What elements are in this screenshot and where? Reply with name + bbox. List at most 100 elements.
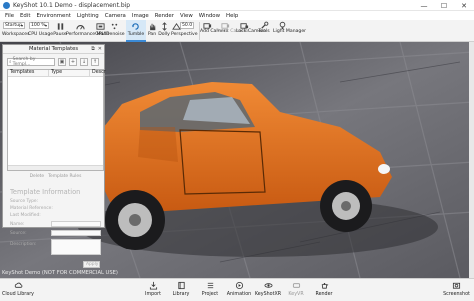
close-button[interactable]: ✕ — [454, 0, 474, 11]
export-icon[interactable]: ↑ — [91, 58, 99, 66]
perspective-label: Perspective — [171, 32, 198, 37]
panel-title-bar: Material Templates ⧉ ✕ — [3, 45, 104, 54]
keyshot-logo-icon — [3, 1, 10, 9]
keyvr-label: KeyVR — [288, 292, 304, 297]
animation-button[interactable]: Animation — [224, 281, 254, 297]
project-button[interactable]: Project — [195, 281, 225, 297]
source-label: Source: — [10, 231, 27, 236]
screenshot-button[interactable]: Screenshot — [440, 281, 473, 297]
menu-view[interactable]: View — [177, 13, 196, 19]
animation-label: Animation — [226, 292, 252, 297]
main-toolbar: Startup 100 % Workspaces CPU Usage Pause… — [0, 20, 474, 42]
source-field[interactable] — [51, 230, 101, 236]
light-manager-label: Light Manager — [273, 29, 307, 34]
cpu-usage-label: CPU Usage — [28, 32, 54, 37]
import-label: Import — [145, 292, 161, 297]
performance-mode-icon[interactable] — [76, 22, 85, 31]
menu-file[interactable]: File — [2, 13, 17, 19]
library-label: Library — [172, 292, 190, 297]
table-scrollbar[interactable] — [8, 165, 103, 170]
dolly-icon[interactable] — [160, 22, 169, 31]
add-camera-label: Add Camera — [200, 29, 229, 34]
minimize-button[interactable]: — — [414, 0, 434, 11]
cpu-usage-select[interactable]: 100 % — [29, 22, 49, 29]
panel-title: Material Templates — [28, 46, 79, 52]
list-icon — [207, 282, 213, 289]
import-button[interactable]: Import — [138, 281, 168, 297]
menu-bar: File Edit Environment Lighting Camera Im… — [0, 11, 474, 20]
reset-camera-label: Reset Camera — [216, 29, 249, 34]
menu-edit[interactable]: Edit — [17, 13, 33, 19]
panel-title-buttons: ⧉ ✕ — [91, 46, 102, 52]
teapot-icon — [321, 282, 328, 289]
rotate-icon[interactable] — [131, 22, 140, 31]
library-button[interactable]: Library — [166, 281, 196, 297]
column-templates[interactable]: Templates — [8, 70, 49, 76]
keyshotxr-button[interactable]: KeyShotXR — [253, 281, 283, 297]
delete-button[interactable]: Delete — [30, 174, 44, 179]
project-label: Project — [201, 292, 219, 297]
dolly-label: Dolly — [158, 32, 170, 37]
lock-camera-label: Lock Camera — [236, 29, 266, 34]
template-rules-button[interactable]: Template Rules — [48, 174, 81, 179]
undock-icon[interactable]: ⧉ — [91, 46, 95, 52]
gpu-icon[interactable] — [96, 22, 105, 31]
hand-icon[interactable] — [148, 22, 157, 31]
cloud-icon — [14, 282, 22, 288]
maximize-button[interactable]: ☐ — [434, 0, 454, 11]
title-bar: KeyShot 10.1 Demo - displacement.bip — ☐… — [0, 0, 474, 11]
demo-watermark: KeyShot Demo (NOT FOR COMMERCIAL USE) — [2, 270, 118, 276]
vr-icon — [292, 283, 300, 288]
screenshot-label: Screenshot — [443, 292, 470, 297]
folder-icon[interactable]: ▣ — [58, 58, 66, 66]
last-modified-label: Last Modified: — [10, 213, 41, 218]
xr-icon — [263, 283, 273, 288]
add-template-icon[interactable]: + — [69, 58, 77, 66]
material-templates-panel: Material Templates ⧉ ✕ ⌕ Search by Templ… — [2, 44, 106, 268]
template-search-input[interactable]: ⌕ Search by Templ... — [7, 57, 55, 67]
workspace-select[interactable]: Startup — [3, 22, 25, 29]
render-button[interactable]: Render — [309, 281, 339, 297]
menu-help[interactable]: Help — [223, 13, 241, 19]
apply-label: Apply — [86, 262, 99, 267]
pause-icon[interactable] — [56, 22, 65, 31]
menu-window[interactable]: Window — [196, 13, 223, 19]
menu-render[interactable]: Render — [152, 13, 177, 19]
menu-camera[interactable]: Camera — [102, 13, 129, 19]
name-field[interactable] — [51, 221, 101, 227]
window-title: KeyShot 10.1 Demo - displacement.bip — [13, 1, 131, 9]
close-icon[interactable]: ✕ — [98, 46, 102, 52]
perspective-icon[interactable] — [172, 22, 181, 31]
apply-button[interactable]: Apply — [83, 261, 100, 268]
denoise-icon[interactable] — [110, 22, 119, 31]
keyshotxr-label: KeyShotXR — [254, 292, 282, 297]
description-label: Description: — [10, 242, 37, 247]
name-label: Name: — [10, 222, 25, 227]
search-placeholder: Search by Templ... — [12, 57, 36, 67]
menu-environment[interactable]: Environment — [33, 13, 73, 19]
screenshot-icon — [452, 282, 461, 289]
workspaces-label: Workspaces — [2, 32, 30, 37]
templates-table[interactable]: Templates Type Descr — [7, 69, 106, 171]
keyvr-button[interactable]: KeyVR — [281, 281, 311, 297]
cloud-library-label: Cloud Library — [2, 292, 34, 297]
source-type-label: Source Type: — [10, 199, 39, 204]
import-icon[interactable]: ↓ — [80, 58, 88, 66]
viewport-scrollbar[interactable] — [469, 42, 474, 278]
template-actions: Delete Template Rules — [7, 174, 104, 179]
description-field[interactable] — [51, 239, 101, 255]
menu-lighting[interactable]: Lighting — [74, 13, 102, 19]
render-label: Render — [315, 292, 333, 297]
bottom-toolbar: Cloud Library Import Library Project Ani… — [0, 278, 474, 301]
animation-icon — [235, 281, 243, 290]
search-icon: ⌕ — [9, 60, 12, 65]
column-type[interactable]: Type — [49, 70, 90, 76]
template-info-title: Template Information — [10, 188, 81, 196]
cloud-library-button[interactable]: Cloud Library — [1, 281, 35, 297]
menu-image[interactable]: Image — [129, 13, 152, 19]
fov-input[interactable]: 50.0 — [180, 22, 194, 29]
templates-table-header: Templates Type Descr — [8, 70, 106, 77]
column-description[interactable]: Descr — [90, 70, 106, 76]
window-controls: — ☐ ✕ — [414, 0, 474, 11]
book-icon — [177, 281, 185, 290]
